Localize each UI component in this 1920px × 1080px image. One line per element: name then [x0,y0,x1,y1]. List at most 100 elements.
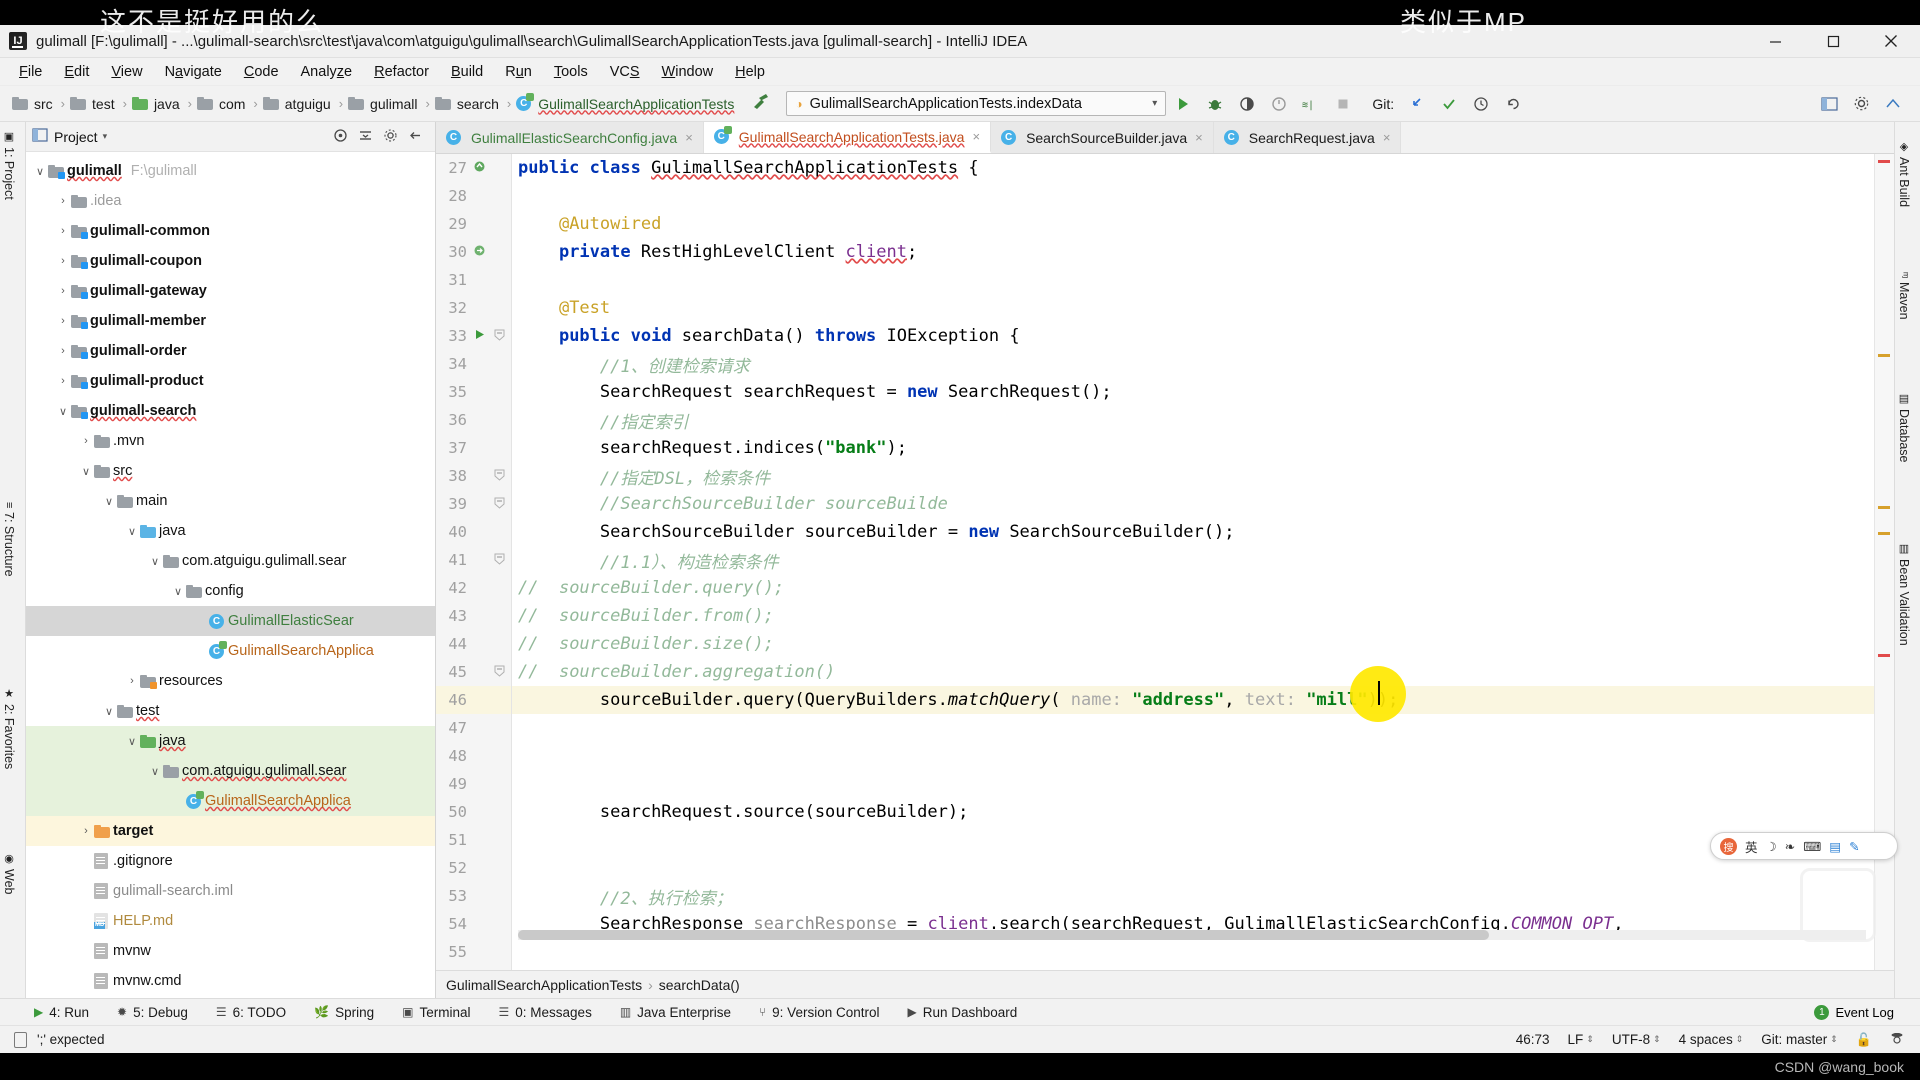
tree-node-gulimall-order[interactable]: › gulimall-order [26,336,435,366]
code-line-55[interactable] [512,938,1894,966]
bean-icon[interactable] [471,244,487,260]
tree-node-com-atguigu-gulimall-sear[interactable]: ∨ com.atguigu.gulimall.sear [26,756,435,786]
tree-node-mvnw[interactable]: mvnw [26,936,435,966]
breadcrumb-com[interactable]: com [195,96,250,112]
chevron-right-icon[interactable]: › [55,195,71,207]
menu-edit[interactable]: Edit [53,61,100,83]
menu-run[interactable]: Run [494,61,543,83]
code-line-52[interactable] [512,854,1894,882]
collapse-all-icon[interactable] [358,128,373,146]
run-with-button[interactable]: ≋| [1296,89,1326,119]
chevron-down-icon[interactable]: ▾ [103,131,108,142]
tool-window-version-control[interactable]: ⑂ 9: Version Control [759,1005,880,1020]
code-line-33[interactable]: public void searchData() throws IOExcept… [512,322,1894,350]
code-line-47[interactable] [512,714,1894,742]
horizontal-scrollbar[interactable] [518,930,1866,940]
fold-toggle-icon[interactable] [491,469,507,484]
tab-close-icon[interactable]: × [685,130,693,145]
chevron-right-icon[interactable]: › [55,375,71,387]
tree-node-gulimallsearchapplica[interactable]: C GulimallSearchApplica [26,786,435,816]
error-marker[interactable] [1878,654,1890,657]
gutter-line-49[interactable]: 49 [436,770,511,798]
gutter-line-43[interactable]: 43 [436,602,511,630]
tree-node-com-atguigu-gulimall-sear[interactable]: ∨ com.atguigu.gulimall.sear [26,546,435,576]
gutter-line-36[interactable]: 36 [436,406,511,434]
tool-window-spring[interactable]: 🌿 Spring [314,1005,374,1020]
code-line-37[interactable]: searchRequest.indices("bank"); [512,434,1894,462]
tool-window-structure[interactable]: ≡ 7: Structure [2,502,16,577]
tree-node-java[interactable]: ∨ java [26,516,435,546]
chevron-right-icon[interactable]: › [124,675,140,687]
chevron-down-icon[interactable]: ∨ [124,735,140,748]
menu-refactor[interactable]: Refactor [363,61,440,83]
menu-vcs[interactable]: VCS [599,61,651,83]
chevron-down-icon[interactable]: ∨ [124,525,140,538]
tool-window-terminal[interactable]: ▣ Terminal [402,1005,470,1020]
gutter-line-45[interactable]: 45 [436,658,511,686]
gutter-line-44[interactable]: 44 [436,630,511,658]
warning-marker[interactable] [1878,506,1890,509]
fold-toggle-icon[interactable] [491,497,507,512]
gutter-line-34[interactable]: 34 [436,350,511,378]
code-line-38[interactable]: //指定DSL，检索条件 [512,462,1894,490]
history-button[interactable] [1466,89,1496,119]
search-everywhere-button[interactable] [1814,89,1844,119]
fold-toggle-icon[interactable] [491,665,507,680]
menu-navigate[interactable]: Navigate [154,61,233,83]
gutter-line-48[interactable]: 48 [436,742,511,770]
code-line-30[interactable]: private RestHighLevelClient client; [512,238,1894,266]
tool-window-run-dashboard[interactable]: ▶ Run Dashboard [907,1005,1017,1020]
chevron-right-icon[interactable]: › [78,825,94,837]
code-line-36[interactable]: //指定索引 [512,406,1894,434]
code-line-50[interactable]: searchRequest.source(sourceBuilder); [512,798,1894,826]
error-marker[interactable] [1878,160,1890,163]
tree-node-target[interactable]: › target [26,816,435,846]
tool-window-todo[interactable]: ☰ 6: TODO [216,1005,286,1020]
tree-node-java[interactable]: ∨ java [26,726,435,756]
tree-node-test[interactable]: ∨ test [26,696,435,726]
debug-button[interactable] [1200,89,1230,119]
code-line-53[interactable]: //2、执行检索； [512,882,1894,910]
run-test-icon[interactable] [471,328,487,344]
tab-close-icon[interactable]: × [1195,130,1203,145]
fold-toggle-icon[interactable] [491,553,507,568]
profiler-button[interactable] [1264,89,1294,119]
gutter-line-51[interactable]: 51 [436,826,511,854]
gutter-line-27[interactable]: 27 [436,154,511,182]
tool-window-favorites[interactable]: ★ 2: Favorites [2,687,16,769]
run-coverage-button[interactable] [1232,89,1262,119]
code-line-51[interactable] [512,826,1894,854]
tree-node-gulimall-coupon[interactable]: › gulimall-coupon [26,246,435,276]
tree-node-gulimall-common[interactable]: › gulimall-common [26,216,435,246]
ime-moon-icon[interactable]: ☽ [1766,839,1777,854]
menu-code[interactable]: Code [233,61,290,83]
encoding-selector[interactable]: UTF-8 ⇕ [1612,1032,1661,1047]
fold-toggle-icon[interactable] [491,329,507,344]
chevron-right-icon[interactable]: › [55,285,71,297]
tool-window-debug[interactable]: ✹ 5: Debug [117,1005,188,1020]
breadcrumb-java[interactable]: java [130,96,185,112]
tree-node-help-md[interactable]: MD HELP.md [26,906,435,936]
code-line-46[interactable]: sourceBuilder.query(QueryBuilders. matchQ… [512,686,1894,714]
override-icon[interactable] [471,160,487,176]
gutter-line-46[interactable]: 46 [436,686,511,714]
code-line-31[interactable] [512,266,1894,294]
tree-node--gitignore[interactable]: .gitignore [26,846,435,876]
breadcrumb-src[interactable]: src [10,96,58,112]
tool-window-java-enterprise[interactable]: ▥ Java Enterprise [620,1005,731,1020]
chevron-down-icon[interactable]: ∨ [32,165,48,178]
code-line-35[interactable]: SearchRequest searchRequest = new Search… [512,378,1894,406]
menu-build[interactable]: Build [440,61,494,83]
tree-node-mvnw-cmd[interactable]: mvnw.cmd [26,966,435,996]
chevron-down-icon[interactable]: ∨ [101,705,117,718]
code-line-40[interactable]: SearchSourceBuilder sourceBuilder = new … [512,518,1894,546]
settings-gear-icon[interactable] [383,128,398,146]
unlocked-icon[interactable]: 🔓 [1856,1032,1872,1048]
close-icon[interactable] [1862,25,1920,58]
tool-window-run[interactable]: ▶ 4: Run [34,1005,89,1020]
tree-node-gulimall-gateway[interactable]: › gulimall-gateway [26,276,435,306]
gutter-line-29[interactable]: 29 [436,210,511,238]
tree-node-gulimallelasticsear[interactable]: C GulimallElasticSear [26,606,435,636]
tree-node-gulimall-member[interactable]: › gulimall-member [26,306,435,336]
ime-toolbar[interactable]: 搜 英 ☽ ❧ ⌨ ▤ ✎ [1710,832,1898,860]
